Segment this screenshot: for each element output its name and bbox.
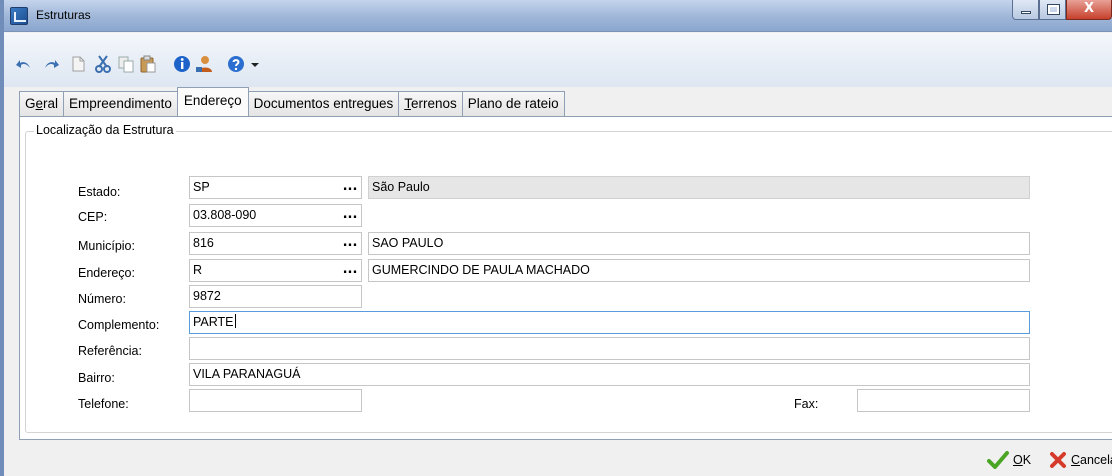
maximize-button[interactable] [1039,0,1066,20]
referencia-label: Referência: [78,344,142,358]
title-bar[interactable]: Estruturas X [4,0,1112,32]
footer-bar [4,442,1112,476]
group-title: Localização da Estrutura [34,123,176,137]
x-icon [1049,451,1067,469]
toolbar [4,33,1112,87]
window-title: Estruturas [36,8,91,22]
estruturas-window: Estruturas X Geral Empreendimento Endere… [0,0,1112,476]
municipio-code-field[interactable]: 816 [189,232,362,255]
cancel-label: Cancela [1071,453,1112,467]
numero-label: Número: [78,292,126,306]
tab-terrenos[interactable]: Terrenos [398,91,463,116]
copy-icon[interactable] [116,54,136,74]
tab-geral[interactable]: Geral [19,91,65,116]
estado-label: Estado: [78,185,121,199]
endereco-name-field[interactable]: GUMERCINDO DE PAULA MACHADO [368,259,1030,282]
maximize-icon [1047,4,1060,15]
help-icon[interactable] [226,54,246,74]
ok-label: OK [1013,453,1032,467]
bairro-field[interactable]: VILA PARANAGUÁ [189,363,1030,386]
paste-icon[interactable] [138,54,158,74]
tab-documentos-entregues[interactable]: Documentos entregues [247,91,400,116]
estado-name-field: São Paulo [368,176,1030,199]
municipio-name-field[interactable]: SAO PAULO [368,232,1030,255]
undo-icon[interactable] [14,54,34,74]
minimize-icon [1021,11,1031,14]
estado-code-field[interactable]: SP [189,176,362,199]
endereco-lookup-button[interactable]: ... [338,261,362,284]
cut-icon[interactable] [93,54,113,74]
cep-lookup-button[interactable]: ... [338,206,362,229]
tab-plano-de-rateio[interactable]: Plano de rateio [461,91,565,116]
dropdown-arrow-icon[interactable] [245,54,265,74]
tab-endereco[interactable]: Endereço [176,87,249,116]
ok-button[interactable]: OK [987,449,1031,471]
close-button[interactable]: X [1066,0,1112,20]
telefone-field[interactable] [189,389,362,412]
estado-lookup-button[interactable]: ... [338,178,362,201]
close-icon: X [1083,1,1095,16]
tab-bar: Geral Empreendimento Endereço Documentos… [19,87,565,116]
municipio-label: Município: [78,239,135,253]
app-icon [10,7,28,25]
municipio-lookup-button[interactable]: ... [338,234,362,257]
minimize-button[interactable] [1012,0,1039,20]
bairro-label: Bairro: [78,371,115,385]
user-icon[interactable] [194,54,214,74]
cep-label: CEP: [78,210,108,224]
telefone-label: Telefone: [78,397,129,411]
complemento-label: Complemento: [78,318,160,332]
endereco-code-field[interactable]: R [189,259,362,282]
cancel-button[interactable]: Cancela [1049,449,1112,471]
fax-label: Fax: [794,397,819,411]
tab-empreendimento[interactable]: Empreendimento [63,91,178,116]
fax-field[interactable] [857,389,1030,412]
cep-field[interactable]: 03.808-090 [189,204,362,227]
referencia-field[interactable] [189,337,1030,360]
check-icon [987,449,1009,471]
new-document-icon[interactable] [68,54,88,74]
complemento-field[interactable]: PARTE [189,311,1030,334]
window-controls: X [1012,0,1112,20]
redo-icon[interactable] [41,54,61,74]
endereco-label: Endereço: [78,266,135,280]
numero-field[interactable]: 9872 [189,285,362,308]
info-icon[interactable] [172,54,192,74]
